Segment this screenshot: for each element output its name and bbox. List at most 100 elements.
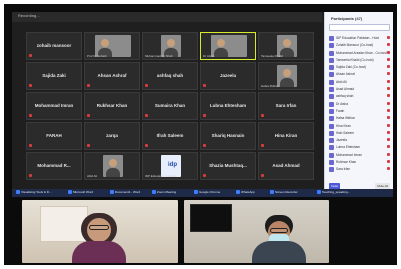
taskbar-label: Screen Recorder — [275, 190, 298, 194]
participant-tile[interactable]: Jazeela — [200, 62, 256, 90]
taskbar-label: Visualising Tools & D... — [21, 190, 52, 194]
participant-caption: Tamseela Khalid — [261, 54, 284, 58]
participant-label: Ahsan Ashraf — [336, 72, 355, 77]
windows-taskbar: Visualising Tools & D... Microsoft Word … — [12, 189, 393, 197]
participant-tile[interactable]: Sajida Zaki — [26, 62, 82, 90]
participant-video — [277, 65, 297, 87]
taskbar-label: Google Chrome — [199, 190, 221, 194]
participant-name: Ahsan Ashraf — [97, 73, 127, 78]
active-speaker-tile[interactable]: Dr Aisha — [200, 32, 256, 60]
participant-row[interactable]: Muhammad Arsalan Khan - Co-host — [329, 50, 390, 57]
muted-mic-icon — [29, 114, 32, 117]
participant-tile[interactable]: Abid Ali — [84, 152, 140, 180]
taskbar-item[interactable]: Screen Recorder — [270, 190, 298, 196]
participant-tile[interactable]: Muhammad Ali Shah — [142, 32, 198, 60]
participant-row[interactable]: Zohaib Mansoor (Co-host) — [329, 42, 390, 49]
participant-row[interactable]: IDP Education Pakistan - Host — [329, 35, 390, 42]
taskbar-item[interactable]: Zoom Meeting — [152, 190, 176, 196]
participant-name: Mohammad R... — [37, 163, 71, 168]
participant-tile[interactable]: Tamseela Khalid — [258, 32, 314, 60]
participant-row[interactable]: Farah — [329, 108, 390, 115]
participant-row[interactable]: Ahsan Ashraf — [329, 71, 390, 78]
participant-tile[interactable]: Ahsan Ashraf — [84, 62, 140, 90]
participants-search-input[interactable] — [329, 24, 390, 31]
participant-row[interactable]: Dr Aisha — [329, 101, 390, 108]
participant-row[interactable]: Jazeela — [329, 137, 390, 144]
participant-label: Sara Irfan — [336, 167, 350, 172]
window-title-bar: Recording... — [12, 12, 322, 22]
participant-row[interactable]: Hafsa Iftikhar — [329, 115, 390, 122]
avatar — [329, 79, 334, 85]
participant-row[interactable]: Mohammad Imran — [329, 152, 390, 159]
taskbar-item[interactable]: WhatsApp — [236, 190, 255, 196]
window-title: Recording... — [18, 13, 40, 18]
participant-row[interactable]: Sara Irfan — [329, 166, 390, 173]
muted-mic-icon — [387, 87, 390, 91]
participant-name: Hina Kiran — [274, 133, 298, 138]
participant-name: Sajida Zaki — [42, 73, 66, 78]
muted-mic-icon — [29, 174, 32, 177]
participant-row[interactable]: Hina Kiran — [329, 123, 390, 130]
muted-mic-icon — [387, 160, 390, 164]
participant-name: Ifrah Saleem — [156, 133, 184, 138]
avatar — [329, 50, 334, 56]
participant-tile[interactable]: Mohammad Imran — [26, 92, 82, 120]
participant-caption: Hafsa Iftikhar — [261, 84, 279, 88]
participant-tile[interactable]: ashfaq shah — [142, 62, 198, 90]
participants-list: IDP Education Pakistan - Host Zohaib Man… — [329, 35, 390, 174]
muted-mic-icon — [387, 72, 390, 76]
avatar — [329, 87, 334, 93]
participant-label: Asad Ahmad — [336, 87, 355, 92]
participant-row[interactable]: Asad Ahmad — [329, 86, 390, 93]
app-icon — [270, 190, 274, 195]
participant-tile[interactable]: Sumaira Khan — [142, 92, 198, 120]
black-margin — [338, 200, 393, 263]
participant-tile[interactable]: Sara Irfan — [258, 92, 314, 120]
participant-row[interactable]: Tamseela Khalid (Co-host) — [329, 57, 390, 64]
participant-tile[interactable]: zohaib mansoor — [26, 32, 82, 60]
participant-tile[interactable]: Shazia Mushtaq... — [200, 152, 256, 180]
participant-video — [211, 35, 247, 57]
participant-row[interactable]: Ifrah Saleem — [329, 130, 390, 137]
speaker-video-left — [22, 200, 178, 263]
taskbar-item[interactable]: Document1 - Word — [110, 190, 140, 196]
taskbar-label: WhatsApp — [241, 190, 255, 194]
glasses-icon — [270, 228, 288, 233]
participant-row[interactable]: Sajida Zaki (Co-host) — [329, 64, 390, 71]
background-screen — [190, 204, 232, 232]
taskbar-item[interactable]: Microsoft Word — [68, 190, 93, 196]
participant-label: IDP Education Pakistan - Host — [336, 36, 379, 40]
participant-tile[interactable]: Hafsa Iftikhar — [258, 62, 314, 90]
participant-row[interactable]: Abid Ali — [329, 79, 390, 86]
speaker-person — [70, 203, 128, 263]
app-icon — [68, 190, 72, 195]
taskbar-item[interactable]: Google Chrome — [194, 190, 220, 196]
participant-row[interactable]: Rukhsar Khan — [329, 159, 390, 166]
taskbar-item[interactable]: Visualising Tools & D... — [16, 190, 51, 196]
participant-name: FARAH — [46, 133, 62, 138]
participant-tile[interactable]: Lubna Ehtesham — [200, 92, 256, 120]
participant-tile[interactable]: Shariq Hasnain — [200, 122, 256, 150]
participant-tile[interactable]: Prof Dr Sohaib — [84, 32, 140, 60]
participant-tile[interactable]: FARAH — [26, 122, 82, 150]
participant-tile[interactable]: Asad Ahmad — [258, 152, 314, 180]
participant-row[interactable]: ashfaq shah — [329, 93, 390, 100]
participant-tile[interactable]: zarqa — [84, 122, 140, 150]
participant-tile[interactable]: idp IDP Education Australia — [142, 152, 198, 180]
taskbar-item[interactable]: Teaching_speaking... — [317, 190, 350, 196]
participant-row[interactable]: Lubna Ehtesham — [329, 144, 390, 151]
avatar — [329, 130, 334, 136]
participant-label: Ifrah Saleem — [336, 130, 355, 135]
participant-caption: Prof Dr Sohaib — [87, 54, 107, 58]
avatar — [329, 94, 334, 100]
participant-tile[interactable]: Ifrah Saleem — [142, 122, 198, 150]
participant-tile[interactable]: Mohammad R... — [26, 152, 82, 180]
app-icon — [194, 190, 198, 195]
participant-caption: Dr Aisha — [203, 54, 215, 58]
participant-name: Sara Irfan — [275, 103, 297, 108]
participant-tile[interactable]: Hina Kiran — [258, 122, 314, 150]
participant-tile[interactable]: Rukhsar Khan — [84, 92, 140, 120]
muted-mic-icon — [387, 101, 390, 105]
participant-caption: Abid Ali — [87, 174, 98, 178]
glasses-icon — [89, 225, 109, 230]
